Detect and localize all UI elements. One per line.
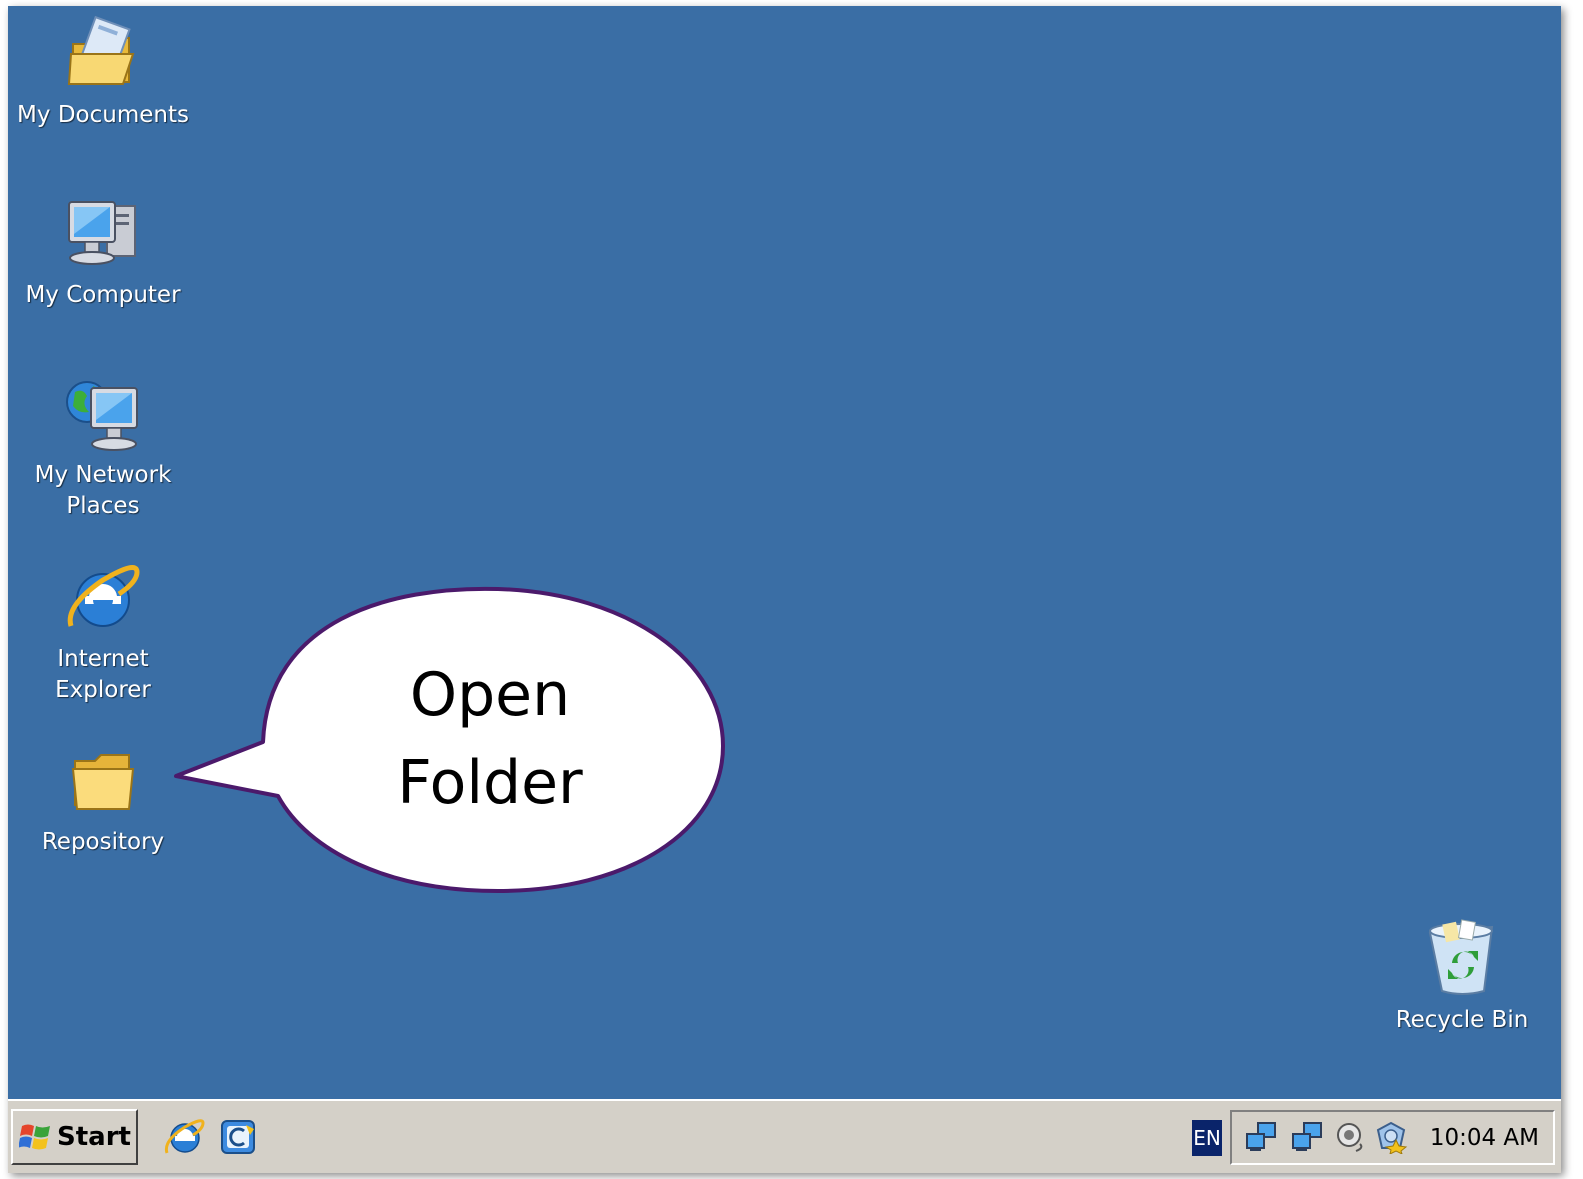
folder-icon	[71, 754, 135, 810]
language-indicator[interactable]: EN	[1192, 1120, 1222, 1156]
taskbar: Start EN 10:04 AM	[8, 1099, 1561, 1173]
callout-text: Open Folder	[390, 651, 590, 827]
desktop-icon-label: My Network Places	[34, 462, 172, 519]
desktop-icon-label: Internet Explorer	[55, 646, 151, 703]
quick-launch-internet-explorer-icon[interactable]	[163, 1115, 207, 1159]
system-tray: 10:04 AM	[1230, 1110, 1555, 1165]
windows-logo-icon	[19, 1124, 50, 1150]
documents-folder-icon	[67, 15, 135, 85]
clock[interactable]: 10:04 AM	[1430, 1122, 1539, 1154]
internet-explorer-icon	[67, 565, 140, 627]
screen: My Documents My Computer My Network Plac…	[8, 6, 1561, 1173]
desktop-icon-my-documents[interactable]: My Documents	[8, 14, 198, 131]
recycle-bin-icon	[1428, 919, 1494, 995]
desktop[interactable]: My Documents My Computer My Network Plac…	[8, 6, 1561, 1099]
security-alert-icon[interactable]	[1374, 1120, 1408, 1154]
network-icon[interactable]	[1290, 1120, 1324, 1154]
start-button[interactable]: Start	[11, 1109, 138, 1165]
quick-launch-outlook-express-icon[interactable]	[216, 1115, 260, 1159]
desktop-icon-label: Recycle Bin	[1395, 1007, 1529, 1033]
desktop-icon-label: My Documents	[17, 102, 189, 128]
desktop-icon-label: My Computer	[25, 282, 181, 308]
callout-line-1: Open	[409, 660, 571, 730]
desktop-icon-recycle-bin[interactable]: Recycle Bin	[1367, 919, 1557, 1036]
callout-line-2: Folder	[397, 748, 583, 818]
network-icon[interactable]	[1244, 1120, 1278, 1154]
start-label: Start	[57, 1122, 131, 1152]
volume-icon[interactable]	[1334, 1120, 1368, 1154]
network-places-icon	[66, 381, 138, 451]
computer-icon	[68, 201, 136, 265]
desktop-icon-my-network-places[interactable]: My Network Places	[8, 374, 198, 522]
open-folder-callout: Open Folder	[158, 581, 733, 901]
desktop-icon-my-computer[interactable]: My Computer	[8, 194, 198, 311]
